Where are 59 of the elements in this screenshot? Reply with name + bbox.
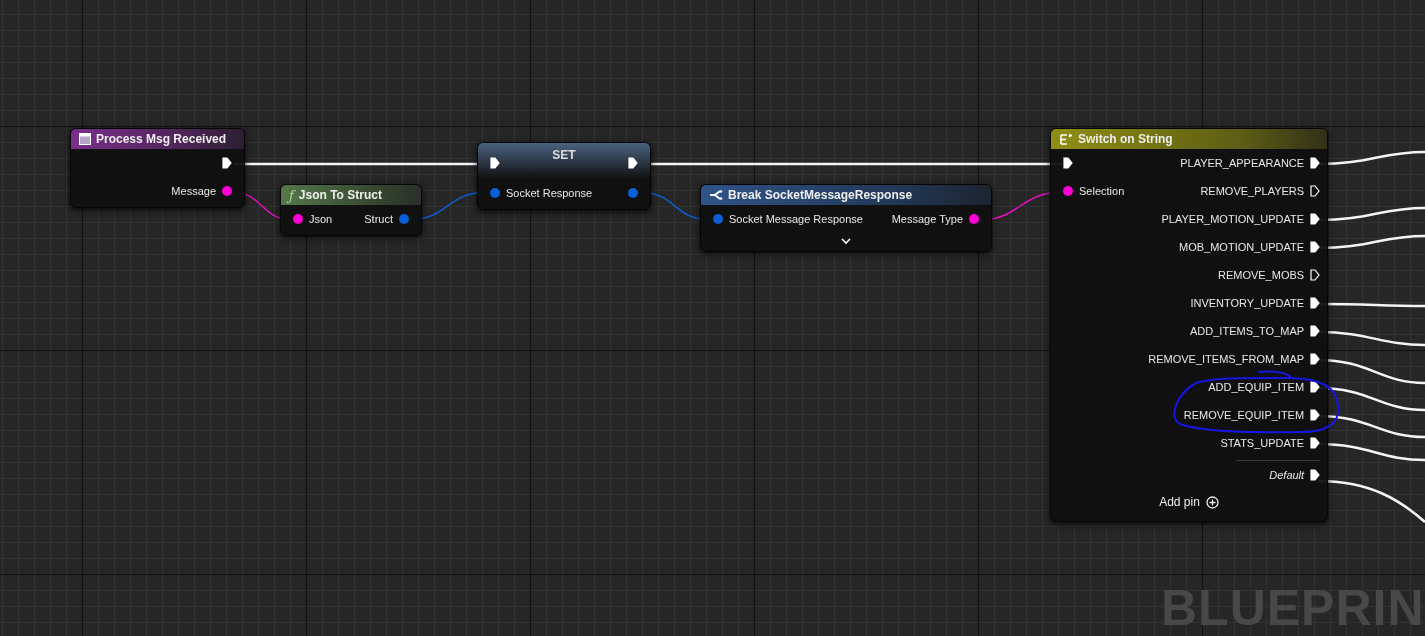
case-label: REMOVE_PLAYERS	[1200, 185, 1305, 197]
exec-pin[interactable]	[1310, 409, 1321, 421]
chevron-down-icon[interactable]	[841, 237, 851, 245]
case-label: REMOVE_ITEMS_FROM_MAP	[1148, 353, 1305, 365]
case-label: ADD_EQUIP_ITEM	[1208, 381, 1305, 393]
pin-label: Struct	[364, 213, 393, 225]
pin-label: Json	[309, 213, 333, 225]
graph-node[interactable]: Process Msg Received Message	[70, 128, 245, 208]
case-label: STATS_UPDATE	[1220, 437, 1305, 449]
data-pin[interactable]	[628, 188, 638, 198]
case-label: INVENTORY_UPDATE	[1190, 297, 1305, 309]
case-label: MOB_MOTION_UPDATE	[1179, 241, 1305, 253]
exec-pin[interactable]	[1310, 241, 1321, 253]
case-label: REMOVE_EQUIP_ITEM	[1183, 409, 1305, 421]
graph-node[interactable]: SET Socket Response	[477, 142, 651, 210]
exec-pin[interactable]	[1310, 381, 1321, 393]
case-label: ADD_ITEMS_TO_MAP	[1190, 325, 1305, 337]
exec-pin[interactable]	[490, 157, 500, 169]
exec-pin[interactable]	[222, 157, 232, 169]
pin-label: Selection	[1079, 185, 1125, 197]
exec-pin[interactable]	[628, 157, 638, 169]
exec-pin[interactable]	[1310, 213, 1321, 225]
add-pin-button[interactable]: Add pin	[1153, 493, 1225, 511]
node-title: Json To Struct	[298, 188, 382, 202]
exec-pin[interactable]	[1310, 469, 1321, 481]
node-title: Process Msg Received	[96, 132, 227, 146]
pin-label: Socket Message Response	[729, 213, 863, 225]
case-label: REMOVE_MOBS	[1217, 269, 1305, 281]
exec-pin[interactable]	[1310, 297, 1321, 309]
event-icon	[79, 133, 91, 145]
node-title: SET	[552, 148, 576, 162]
pin-label: Message Type	[891, 213, 963, 225]
exec-pin[interactable]	[1310, 325, 1321, 337]
switch-icon	[1059, 133, 1073, 145]
split-icon	[709, 190, 723, 200]
exec-pin[interactable]	[1310, 157, 1321, 169]
exec-pin[interactable]	[1063, 157, 1073, 169]
data-pin[interactable]	[1063, 186, 1073, 196]
graph-node[interactable]	[1050, 128, 1328, 522]
exec-pin[interactable]	[1310, 185, 1321, 197]
pin-label: Message	[171, 185, 216, 197]
case-label: PLAYER_APPEARANCE	[1180, 157, 1305, 169]
data-pin[interactable]	[490, 188, 500, 198]
plus-circle-icon	[1205, 495, 1219, 509]
case-label: Default	[1269, 469, 1305, 481]
node-title: Break SocketMessageResponse	[728, 188, 913, 202]
data-pin[interactable]	[222, 186, 232, 196]
exec-pin[interactable]	[1310, 353, 1321, 365]
pin-label: Socket Response	[506, 187, 593, 199]
data-pin[interactable]	[399, 214, 409, 224]
data-pin[interactable]	[713, 214, 723, 224]
graph-node[interactable]: Break SocketMessageResponse Socket Message Response Message Type	[700, 184, 992, 252]
exec-pin[interactable]	[1310, 437, 1321, 449]
graph-node[interactable]: ƒ Json To Struct Json Struct	[280, 184, 422, 236]
case-label: PLAYER_MOTION_UPDATE	[1161, 213, 1305, 225]
data-pin[interactable]	[969, 214, 979, 224]
exec-pin[interactable]	[1310, 269, 1321, 281]
node-title: Switch on String	[1078, 132, 1173, 146]
data-pin[interactable]	[293, 214, 303, 224]
